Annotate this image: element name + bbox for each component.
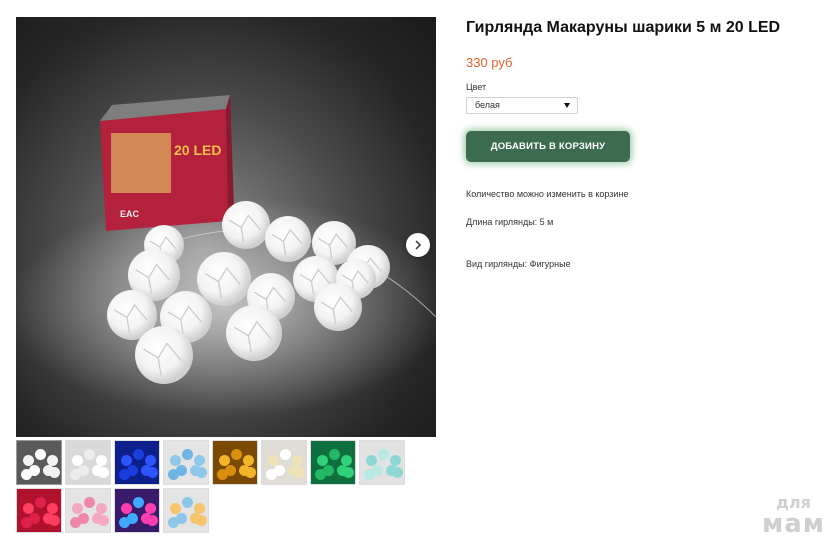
thumbnail-balls	[213, 441, 257, 484]
thumbnail-ball	[196, 467, 207, 478]
thumbnail-balls	[164, 489, 208, 532]
thumbnail-ball	[70, 517, 81, 528]
thumbnail-ball	[294, 467, 305, 478]
thumbnail-ball	[245, 467, 256, 478]
thumbnail-ball	[133, 449, 144, 460]
thumbnail-ball	[182, 497, 193, 508]
thumb-light-blue[interactable]	[163, 440, 209, 485]
dropdown-arrow-icon	[564, 103, 570, 108]
thumbnail-ball	[21, 517, 32, 528]
product-main-image[interactable]: 20 LED EAC	[16, 17, 436, 437]
thumbnail-ball	[378, 449, 389, 460]
thumb-white[interactable]	[65, 440, 111, 485]
packaging-box: 20 LED EAC	[100, 95, 234, 231]
thumbnail-ball	[147, 515, 158, 526]
thumbnail-gallery	[16, 440, 416, 533]
thumbnail-ball	[35, 449, 46, 460]
product-price: 330 руб	[466, 55, 513, 70]
thumbnail-ball	[98, 515, 109, 526]
watermark-bottom: мам	[761, 509, 825, 539]
thumbnail-ball	[196, 515, 207, 526]
thumbnail-ball	[84, 497, 95, 508]
thumbnail-balls	[17, 441, 61, 484]
thumbnail-balls	[262, 441, 306, 484]
add-to-cart-button[interactable]: ДОБАВИТЬ В КОРЗИНУ	[466, 131, 630, 162]
thumbnail-ball	[343, 467, 354, 478]
thumbnail-ball	[182, 449, 193, 460]
thumbnail-ball	[98, 467, 109, 478]
garland-photo: 20 LED EAC	[16, 95, 436, 417]
thumbnail-ball	[84, 449, 95, 460]
thumbnail-ball	[315, 469, 326, 480]
thumb-green-lit[interactable]	[310, 440, 356, 485]
garland-kind: Вид гирлянды: Фигурные	[466, 259, 571, 269]
thumbnail-ball	[329, 449, 340, 460]
thumb-cream[interactable]	[261, 440, 307, 485]
product-title: Гирлянда Макаруны шарики 5 м 20 LED	[466, 19, 781, 36]
thumbnail-ball	[217, 469, 228, 480]
thumbnail-ball	[266, 469, 277, 480]
box-label: 20 LED	[174, 142, 221, 158]
color-select-value: белая	[475, 100, 500, 110]
thumbnail-ball	[168, 517, 179, 528]
thumb-multicolor-lit[interactable]	[114, 488, 160, 533]
thumbnail-balls	[115, 489, 159, 532]
garland-ball	[222, 201, 270, 249]
thumbnail-balls	[115, 441, 159, 484]
next-image-button[interactable]	[406, 233, 430, 257]
thumbnail-ball	[35, 497, 46, 508]
thumbnail-ball	[231, 449, 242, 460]
thumbnail-balls	[66, 441, 110, 484]
thumbnail-ball	[280, 449, 291, 460]
thumbnail-ball	[49, 467, 60, 478]
thumb-multicolor[interactable]	[163, 488, 209, 533]
thumb-pink[interactable]	[65, 488, 111, 533]
chevron-right-icon	[415, 240, 422, 250]
thumbnail-ball	[119, 517, 130, 528]
site-watermark: для мам	[761, 495, 825, 539]
thumbnail-balls	[17, 489, 61, 532]
thumb-blue-lit[interactable]	[114, 440, 160, 485]
garland-ball	[226, 305, 282, 361]
garland-ball	[197, 252, 251, 306]
thumbnail-ball	[21, 469, 32, 480]
thumbnail-ball	[147, 467, 158, 478]
thumb-mint[interactable]	[359, 440, 405, 485]
garland-ball	[265, 216, 311, 262]
thumbnail-ball	[392, 467, 403, 478]
thumbnail-balls	[311, 441, 355, 484]
thumbnail-balls	[164, 441, 208, 484]
thumbnail-ball	[168, 469, 179, 480]
thumb-white-lit[interactable]	[16, 440, 62, 485]
thumbnail-ball	[133, 497, 144, 508]
thumbnail-ball	[364, 469, 375, 480]
garland-ball	[135, 326, 193, 384]
garland-ball	[314, 283, 362, 331]
thumbnail-balls	[360, 441, 404, 484]
thumb-red-lit[interactable]	[16, 488, 62, 533]
color-label: Цвет	[466, 82, 487, 92]
thumbnail-balls	[66, 489, 110, 532]
garland-length: Длина гирлянды: 5 м	[466, 217, 554, 227]
thumbnail-ball	[49, 515, 60, 526]
quantity-note: Количество можно изменить в корзине	[466, 189, 629, 199]
thumbnail-ball	[70, 469, 81, 480]
thumbnail-ball	[119, 469, 130, 480]
thumb-yellow-lit[interactable]	[212, 440, 258, 485]
color-select[interactable]: белая	[466, 97, 578, 114]
box-mark: EAC	[120, 209, 140, 219]
